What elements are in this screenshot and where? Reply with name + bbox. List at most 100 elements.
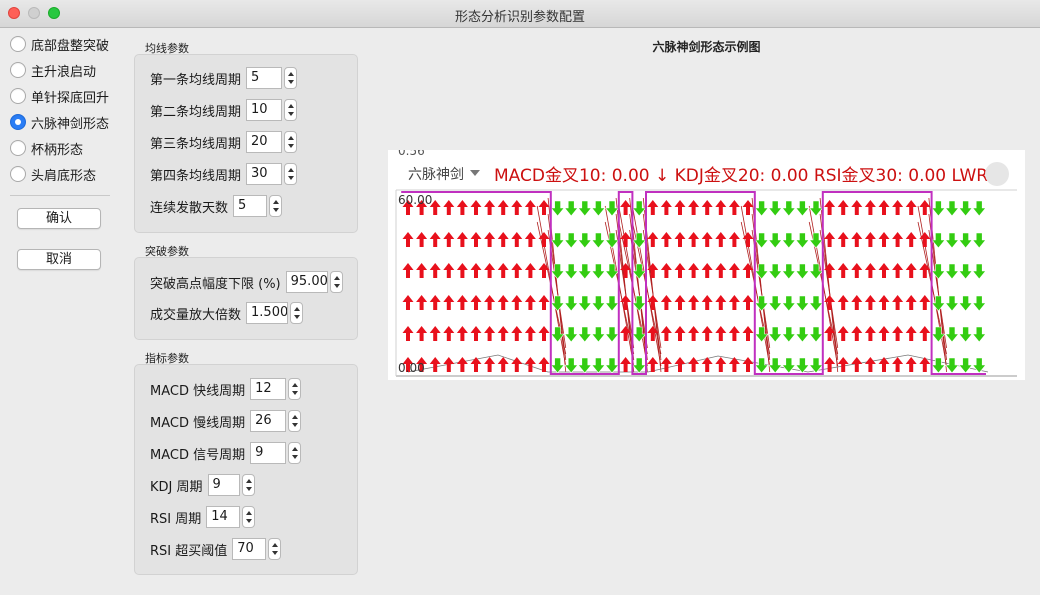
param-label: 连续发散天数 [150,200,229,216]
radio-pattern-single-needle[interactable]: 单针探底回升 [10,86,109,106]
up-arrow-icon [660,295,672,310]
up-arrow-icon [443,357,455,372]
rsi-overbought-input[interactable]: 70 [232,538,267,560]
up-arrow-icon [715,357,727,372]
up-arrow-icon [701,295,713,310]
down-arrow-icon [795,295,810,312]
up-arrow-icon [524,326,536,341]
up-arrow-icon [905,326,917,341]
rsi-period-input[interactable]: 14 [206,506,241,528]
radio-indicator[interactable] [10,62,26,78]
down-arrow-icon [795,232,810,249]
up-arrow-icon [919,200,931,215]
up-arrow-icon [905,200,917,215]
radio-pattern-main-wave[interactable]: 主升浪启动 [10,60,96,80]
down-arrow-icon [795,263,810,280]
radio-pattern-six-swords[interactable]: 六脉神剑形态 [10,112,109,132]
down-arrow-icon [632,357,647,374]
up-arrow-icon [688,263,700,278]
radio-label: 杯柄形态 [31,142,84,158]
down-arrow-icon [577,357,592,374]
up-arrow-icon [456,295,468,310]
down-arrow-icon [808,357,824,374]
divergence-days-stepper[interactable] [269,195,283,217]
breakout-amplitude-input[interactable]: 95.00 [285,271,328,293]
breakout-amplitude-stepper[interactable] [329,271,343,293]
down-arrow-icon [577,326,592,343]
up-arrow-icon [443,232,455,247]
divergence-days-input[interactable]: 5 [233,195,268,217]
up-arrow-icon [429,263,441,278]
radio-pattern-bottom-consolidation[interactable]: 底部盘整突破 [10,34,109,54]
down-arrow-icon [781,326,796,343]
radio-indicator[interactable] [10,140,26,156]
up-arrow-icon [402,263,414,278]
ma-period-4-stepper[interactable] [284,163,298,185]
up-arrow-icon [443,295,455,310]
down-arrow-icon [564,263,579,280]
macd-signal-stepper[interactable] [288,442,302,464]
rsi-period-stepper[interactable] [242,506,256,528]
cancel-button[interactable]: 取消 [17,249,101,270]
up-arrow-icon [837,295,849,310]
up-arrow-icon [429,326,441,341]
down-arrow-icon [591,357,606,374]
up-arrow-icon [416,326,428,341]
down-arrow-icon [808,295,824,312]
down-arrow-icon [591,200,606,217]
up-arrow-icon [851,200,863,215]
radio-label: 主升浪启动 [31,64,97,80]
up-arrow-icon [524,263,536,278]
down-arrow-icon [754,263,769,280]
volume-multiplier-stepper[interactable] [290,302,304,324]
y-axis-bottom-label: 0.00 [398,361,425,375]
macd-fast-stepper[interactable] [288,378,302,400]
rsi-overbought-stepper[interactable] [268,538,282,560]
example-pattern-image: 0.56 六脉神剑 MACD金叉10: 0.00 ↓ KDJ金叉20: 0.00… [388,150,1025,380]
down-arrow-icon [958,263,973,280]
radio-indicator[interactable] [10,114,26,130]
radio-indicator[interactable] [10,88,26,104]
up-arrow-icon [851,263,863,278]
rsi-overbought-row: RSI 超买阈值 70 [150,537,282,561]
indicator-legend: MACD金叉10: 0.00 ↓ KDJ金叉20: 0.00 RSI金叉30: … [494,166,988,186]
confirm-button[interactable]: 确认 [17,208,101,229]
up-arrow-icon [851,326,863,341]
radio-pattern-head-shoulders-bottom[interactable]: 头肩底形态 [10,164,96,184]
down-arrow-icon [781,200,796,217]
down-arrow-icon [604,326,620,343]
ma-period-2-input[interactable]: 10 [246,99,283,121]
up-arrow-icon [688,326,700,341]
up-arrow-icon [837,326,849,341]
up-arrow-icon [905,357,917,372]
down-arrow-icon [931,295,946,312]
param-label: KDJ 周期 [150,479,203,495]
radio-indicator[interactable] [10,166,26,182]
up-arrow-icon [688,232,700,247]
ma-period-2-stepper[interactable] [284,99,298,121]
ma-period-1-input[interactable]: 5 [246,67,283,89]
down-arrow-icon [795,200,810,217]
macd-slow-stepper[interactable] [288,410,302,432]
up-arrow-icon [484,232,496,247]
radio-pattern-cup-handle[interactable]: 杯柄形态 [10,138,83,158]
down-arrow-icon [781,295,796,312]
ma-period-1-stepper[interactable] [284,67,298,89]
down-arrow-icon [972,232,987,249]
up-arrow-icon [864,232,876,247]
macd-fast-input[interactable]: 12 [250,378,287,400]
ma-period-3-stepper[interactable] [284,131,298,153]
kdj-period-stepper[interactable] [241,474,255,496]
ma-period-3-input[interactable]: 20 [246,131,283,153]
volume-multiplier-input[interactable]: 1.5000 [246,302,289,324]
macd-signal-input[interactable]: 9 [250,442,287,464]
kdj-period-row: KDJ 周期 9 [150,473,255,497]
ma-period-4-input[interactable]: 30 [246,163,283,185]
ma-period-2-row: 第二条均线周期 10 [150,98,298,122]
ma-period-3-row: 第三条均线周期 20 [150,130,298,154]
up-arrow-icon [443,200,455,215]
radio-indicator[interactable] [10,36,26,52]
up-arrow-icon [851,232,863,247]
kdj-period-input[interactable]: 9 [207,474,240,496]
macd-slow-input[interactable]: 26 [250,410,287,432]
